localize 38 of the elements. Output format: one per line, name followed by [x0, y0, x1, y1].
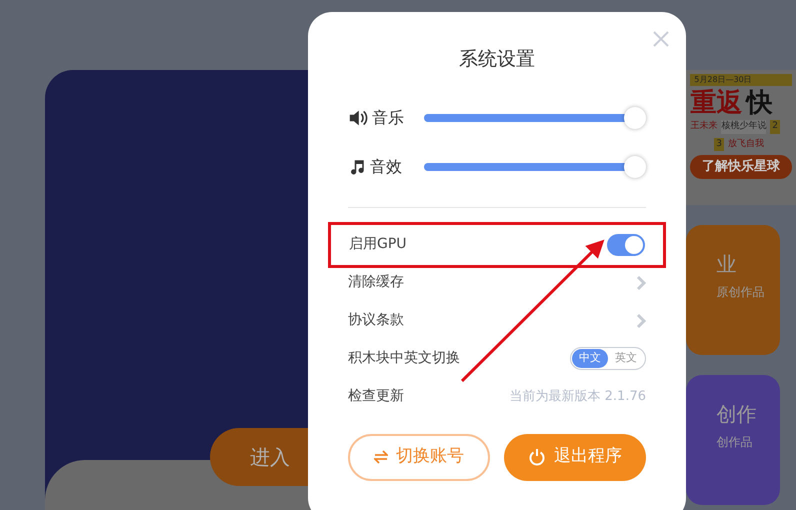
card-title: 业 [716, 251, 738, 278]
exit-button[interactable]: 退出程序 [504, 434, 646, 480]
card-subtitle: 原创作品 [716, 284, 766, 301]
speaker-icon [348, 108, 368, 126]
toggle-switch[interactable] [607, 234, 645, 256]
music-note-icon [348, 158, 366, 176]
volume-label: 音乐 [372, 106, 404, 128]
language-option[interactable]: 英文 [608, 349, 644, 368]
banner-headline: 快 [746, 90, 772, 116]
chevron-right-icon[interactable] [636, 312, 646, 328]
banner-link-button[interactable]: 了解快乐星球 [690, 155, 792, 178]
banner-tag: 王未来 [690, 120, 718, 134]
dialog-title: 系统设置 [459, 47, 535, 72]
slider-thumb[interactable] [624, 156, 646, 178]
card-title: 创作 [716, 401, 758, 428]
project-card[interactable]: 创作 创作品 [686, 375, 780, 505]
version-text: 当前为最新版本 2.1.76 [510, 388, 646, 406]
setting-label: 积木块中英文切换 [348, 349, 460, 368]
project-card[interactable]: 业 原创作品 [686, 225, 780, 355]
slider-thumb[interactable] [624, 106, 646, 128]
banner-tag: 放飞自我 [728, 138, 764, 151]
banner-number: 3 [714, 138, 724, 151]
swap-arrows-icon [374, 450, 388, 464]
language-option[interactable]: 中文 [572, 349, 608, 368]
setting-label: 检查更新 [348, 387, 404, 406]
chevron-right-icon[interactable] [636, 274, 646, 290]
switch-account-button[interactable]: 切换账号 [348, 434, 490, 480]
close-icon[interactable] [652, 30, 670, 48]
setting-label: 清除缓存 [348, 273, 404, 292]
banner-date: 5月28日—30日 [690, 74, 792, 86]
setting-label: 启用GPU [349, 235, 407, 254]
setting-label: 协议条款 [348, 311, 404, 330]
card-subtitle: 创作品 [716, 434, 754, 451]
banner-headline: 重返 [690, 90, 742, 116]
banner-number: 2 [770, 120, 780, 134]
power-icon [528, 448, 546, 466]
banner-tag: 核桃少年说 [721, 120, 766, 134]
volume-label: 音效 [370, 156, 402, 178]
